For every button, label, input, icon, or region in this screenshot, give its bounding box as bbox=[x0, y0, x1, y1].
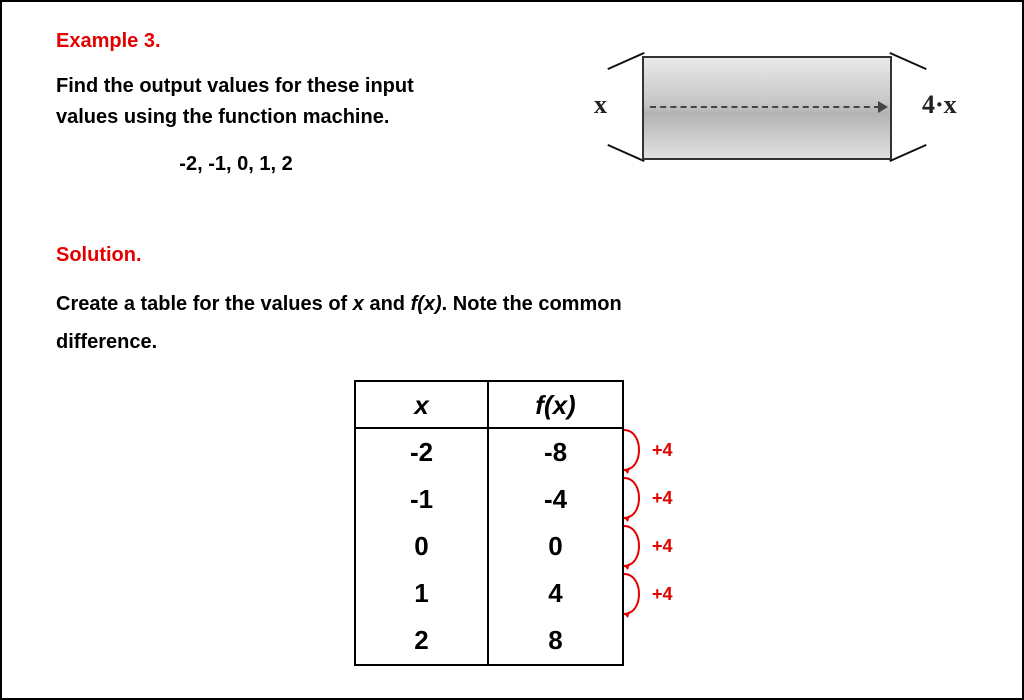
table-row: -1 -4 bbox=[356, 476, 622, 523]
common-difference-annotations: +4 +4 +4 +4 bbox=[632, 426, 712, 666]
text-fragment: Create a table for the values of bbox=[56, 293, 353, 315]
difference-value: +4 bbox=[652, 584, 673, 605]
difference-annotation: +4 bbox=[632, 522, 702, 570]
machine-inlet-line bbox=[607, 144, 644, 162]
cell-x: 1 bbox=[356, 570, 489, 617]
table-header-row: x f(x) bbox=[356, 382, 622, 429]
machine-outlet-line bbox=[889, 144, 926, 162]
variable-x: x bbox=[353, 293, 364, 315]
values-table: x f(x) -2 -8 -1 -4 0 0 1 4 2 8 bbox=[354, 380, 624, 666]
machine-arrow bbox=[650, 106, 880, 108]
bracket-arc-icon bbox=[622, 474, 652, 522]
cell-x: 0 bbox=[356, 523, 489, 570]
machine-inlet-line bbox=[607, 52, 644, 70]
difference-annotation: +4 bbox=[632, 426, 702, 474]
bracket-arc-icon bbox=[622, 522, 652, 570]
difference-value: +4 bbox=[652, 440, 673, 461]
cell-fx: 8 bbox=[489, 617, 622, 664]
table-header-x: x bbox=[356, 382, 489, 429]
cell-fx: 4 bbox=[489, 570, 622, 617]
table-row: 2 8 bbox=[356, 617, 622, 664]
cell-fx: -8 bbox=[489, 429, 622, 476]
machine-box bbox=[642, 56, 892, 160]
table-header-fx: f(x) bbox=[489, 382, 622, 429]
bracket-arc-icon bbox=[622, 570, 652, 618]
input-values-list: -2, -1, 0, 1, 2 bbox=[56, 153, 416, 176]
problem-prompt: Find the output values for these input v… bbox=[56, 71, 476, 133]
solution-instruction: Create a table for the values of x and f… bbox=[56, 285, 696, 361]
difference-value: +4 bbox=[652, 536, 673, 557]
cell-x: 2 bbox=[356, 617, 489, 664]
arrow-head-icon bbox=[878, 101, 888, 113]
machine-outlet-line bbox=[889, 52, 926, 70]
machine-output-label: 4·x bbox=[922, 90, 957, 120]
difference-value: +4 bbox=[652, 488, 673, 509]
worksheet-page: Example 3. Find the output values for th… bbox=[0, 0, 1024, 700]
cell-fx: 0 bbox=[489, 523, 622, 570]
text-fragment: and bbox=[364, 293, 411, 315]
bracket-arc-icon bbox=[622, 426, 652, 474]
machine-input-label: x bbox=[594, 90, 607, 120]
table-row: -2 -8 bbox=[356, 429, 622, 476]
table-row: 1 4 bbox=[356, 570, 622, 617]
cell-x: -1 bbox=[356, 476, 489, 523]
solution-heading: Solution. bbox=[56, 244, 968, 267]
table-row: 0 0 bbox=[356, 523, 622, 570]
difference-annotation: +4 bbox=[632, 570, 702, 618]
variable-fx: f(x) bbox=[411, 293, 442, 315]
cell-fx: -4 bbox=[489, 476, 622, 523]
cell-x: -2 bbox=[356, 429, 489, 476]
function-machine-diagram: x 4·x bbox=[542, 38, 982, 178]
difference-annotation: +4 bbox=[632, 474, 702, 522]
